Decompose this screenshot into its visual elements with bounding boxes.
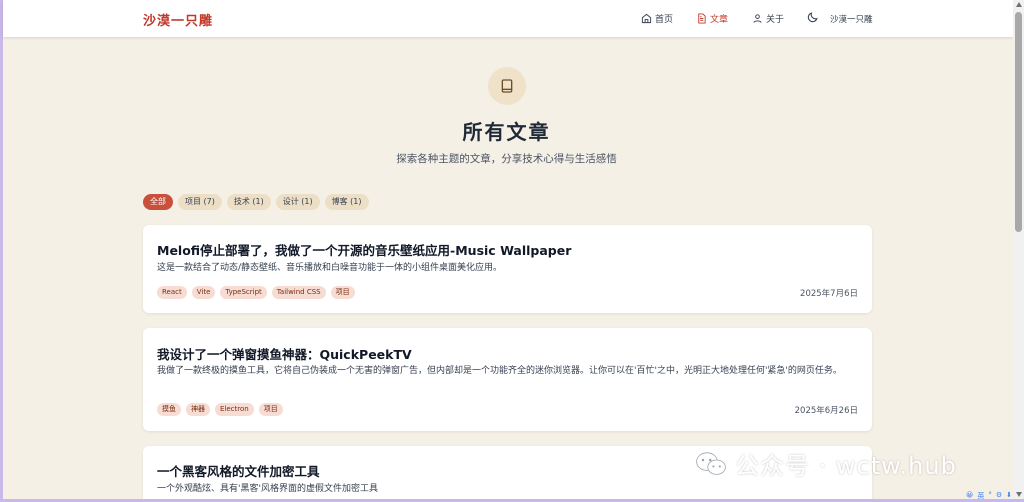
filter-tech[interactable]: 技术 (1): [226, 194, 271, 210]
tag[interactable]: React: [157, 286, 187, 299]
scroll-thumb[interactable]: [1015, 12, 1022, 232]
page-scrollbar[interactable]: [1013, 0, 1024, 499]
article-date: 2025年6月26日: [794, 406, 858, 416]
file-text-icon: [698, 13, 706, 24]
article-description: 这是一款结合了动态/静态壁纸、音乐播放和白噪音功能于一体的小组件桌面美化应用。: [157, 263, 503, 273]
article-tags: 摸鱼 神器 Electron 项目: [157, 403, 283, 416]
wechat-watermark: 公众号 · wctw.hub: [695, 446, 957, 481]
tag[interactable]: 神器: [186, 403, 210, 416]
wechat-icon: [696, 451, 726, 475]
filter-blog[interactable]: 博客 (1): [324, 194, 369, 210]
article-tags: React Vite TypeScript Tailwind CSS 项目: [157, 286, 355, 299]
article-description: 我做了一款终极的摸鱼工具，它将自己伪装成一个无害的弹窗广告，但内部却是一个功能齐…: [157, 366, 842, 376]
watermark-text: 公众号 · wctw.hub: [735, 452, 957, 480]
filter-projects[interactable]: 项目 (7): [178, 194, 222, 210]
nav-home[interactable]: 首页: [641, 12, 673, 25]
nav-about[interactable]: 关于: [752, 12, 784, 25]
article-card[interactable]: Melofi停止部署了，我做了一个开源的音乐壁纸应用-Music Wallpap…: [143, 225, 872, 313]
article-title[interactable]: 我设计了一个弹窗摸鱼神器：QuickPeekTV: [157, 344, 412, 363]
moon-icon[interactable]: [806, 11, 819, 24]
article-date: 2025年7月6日: [800, 289, 858, 299]
tag[interactable]: Tailwind CSS: [271, 286, 326, 299]
article-card[interactable]: 我设计了一个弹窗摸鱼神器：QuickPeekTV 我做了一款终极的摸鱼工具，它将…: [143, 328, 872, 431]
user-icon: [753, 14, 762, 23]
page-title: 所有文章: [462, 120, 551, 144]
tag[interactable]: TypeScript: [220, 286, 267, 299]
filter-all[interactable]: 全部: [143, 194, 173, 210]
tag[interactable]: 项目: [330, 286, 355, 299]
nav-home-label: 首页: [655, 15, 674, 25]
site-logo[interactable]: 沙漠一只雕: [143, 10, 213, 29]
page-subtitle: 探索各种主题的文章，分享技术心得与生活感悟: [396, 153, 617, 165]
home-icon: [641, 13, 652, 24]
article-title[interactable]: 一个黑客风格的文件加密工具: [157, 461, 320, 480]
tag[interactable]: Vite: [191, 286, 216, 299]
nav-about-label: 关于: [766, 15, 785, 25]
article-title[interactable]: Melofi停止部署了，我做了一个开源的音乐壁纸应用-Music Wallpap…: [157, 240, 571, 259]
filter-design[interactable]: 设计 (1): [275, 194, 320, 210]
nav-articles[interactable]: 文章: [696, 12, 728, 25]
user-name[interactable]: 沙漠一只雕: [830, 13, 873, 25]
category-filters: 全部 项目 (7) 技术 (1) 设计 (1) 博客 (1): [143, 194, 369, 210]
article-description: 一个外观酷炫、具有'黑客'风格界面的虚假文件加密工具: [157, 484, 378, 494]
tag[interactable]: 摸鱼: [157, 403, 181, 416]
tag[interactable]: 项目: [258, 403, 283, 416]
nav-articles-label: 文章: [710, 15, 729, 25]
book-icon: [501, 79, 513, 93]
scroll-down-arrow-icon[interactable]: [1016, 492, 1022, 497]
top-navbar: 沙漠一只雕 首页 文章 关于 沙漠一只雕: [3, 0, 1013, 37]
hero-icon-badge: [488, 67, 526, 105]
tag[interactable]: Electron: [215, 403, 254, 416]
scroll-up-arrow-icon[interactable]: [1016, 2, 1022, 7]
window-frame-left: [0, 0, 3, 502]
